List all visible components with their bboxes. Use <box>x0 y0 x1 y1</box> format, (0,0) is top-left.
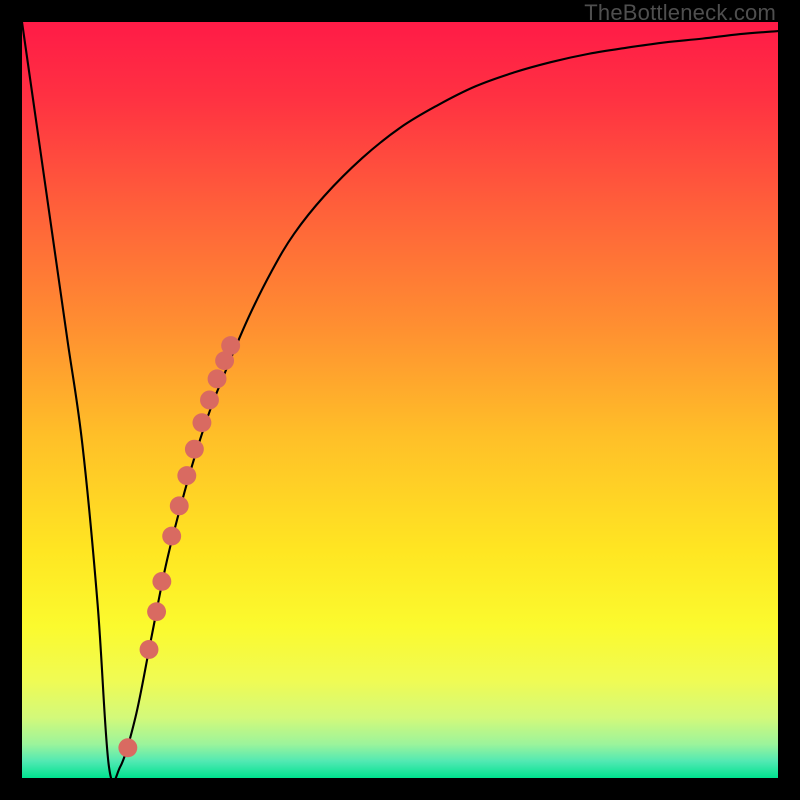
marker-point <box>140 640 159 659</box>
marker-point <box>185 440 204 459</box>
marker-point <box>177 466 196 485</box>
marker-point <box>200 391 219 410</box>
marker-point <box>118 738 137 757</box>
marker-point <box>192 413 211 432</box>
marker-point <box>162 527 181 546</box>
chart-frame: TheBottleneck.com <box>0 0 800 800</box>
plot-area <box>22 22 778 778</box>
watermark-text: TheBottleneck.com <box>584 0 776 26</box>
chart-svg <box>22 22 778 778</box>
marker-point <box>221 336 240 355</box>
marker-point <box>147 602 166 621</box>
marker-point <box>208 369 227 388</box>
marker-point <box>152 572 171 591</box>
bottleneck-curve <box>22 22 778 778</box>
highlighted-points <box>118 336 240 757</box>
marker-point <box>170 496 189 515</box>
